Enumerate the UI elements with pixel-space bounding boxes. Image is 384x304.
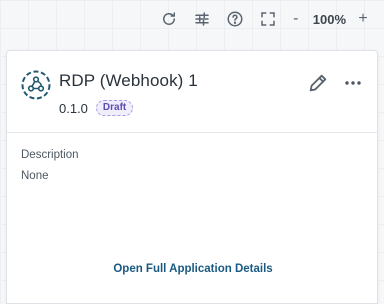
settings-button[interactable] [186,0,219,38]
version-label: 0.1.0 [59,100,88,116]
zoom-level: 100% [312,11,346,27]
description-label: Description [21,149,79,161]
pencil-icon[interactable] [307,72,329,94]
application-panel: RDP (Webhook) 1 0.1.0 Draft Description … [6,50,378,304]
canvas-toolbar: - 100% + [153,0,384,38]
refresh-icon [163,12,176,25]
application-title: RDP (Webhook) 1 [59,71,198,90]
webhook-icon [21,70,51,100]
fit-screen-button[interactable] [252,0,285,38]
zoom-out-button[interactable]: - [285,0,307,38]
fit-screen-icon [261,12,275,26]
panel-header: RDP (Webhook) 1 0.1.0 Draft [7,51,377,133]
version-row: 0.1.0 Draft [59,100,134,116]
refresh-button[interactable] [153,0,186,38]
more-horizontal-icon[interactable] [343,72,363,94]
open-application-details-link[interactable]: Open Full Application Details [7,263,379,275]
help-button[interactable] [219,0,252,38]
description-value: None [21,170,49,182]
status-badge: Draft [95,100,134,116]
sliders-icon [195,12,209,26]
zoom-in-button[interactable]: + [352,0,374,38]
help-circle-icon [227,11,243,27]
